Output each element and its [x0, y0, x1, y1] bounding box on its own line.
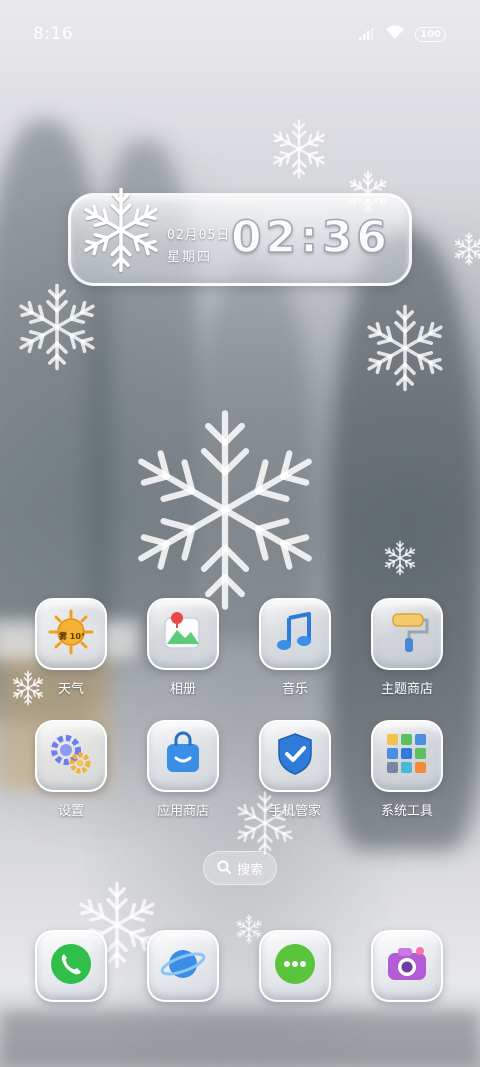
search-button[interactable]: 搜索 [203, 851, 277, 885]
app-tile[interactable] [35, 930, 107, 1002]
app-tile[interactable] [371, 598, 443, 670]
phone-icon [47, 940, 95, 992]
app-tile[interactable] [371, 720, 443, 792]
app-system-tools[interactable]: 系统工具 [357, 720, 457, 819]
app-tile[interactable] [147, 720, 219, 792]
app-label: 应用商店 [156, 804, 209, 819]
system-icons: 100 [359, 24, 446, 44]
message-icon [271, 940, 319, 992]
app-gallery[interactable]: 相册 [133, 598, 233, 697]
app-label: 设置 [57, 804, 84, 819]
app-tile[interactable] [147, 598, 219, 670]
gallery-icon [159, 608, 207, 660]
dock-browser[interactable] [147, 930, 219, 1002]
app-music[interactable]: 音乐 [245, 598, 345, 697]
app-tile[interactable] [147, 930, 219, 1002]
snowflake-decoration [452, 232, 480, 266]
app-label: 相册 [169, 682, 196, 697]
wifi-icon [385, 24, 405, 44]
app-label: 手机管家 [268, 804, 321, 819]
app-theme-store[interactable]: 主题商店 [357, 598, 457, 697]
snowflake-decoration [268, 118, 330, 180]
status-time: 8:16 [33, 24, 74, 44]
weather-badge: 雾 10° [59, 632, 85, 641]
app-tile[interactable] [259, 930, 331, 1002]
app-phone-manager[interactable]: 手机管家 [245, 720, 345, 819]
app-label: 主题商店 [380, 682, 433, 697]
shopping-bag-icon [159, 730, 207, 782]
planet-icon [159, 940, 207, 992]
search-icon [217, 859, 231, 878]
app-weather[interactable]: 雾 10° 天气 [21, 598, 121, 697]
app-settings[interactable]: 设置 [21, 720, 121, 819]
app-tile[interactable] [259, 720, 331, 792]
app-tile[interactable]: 雾 10° [35, 598, 107, 670]
folder-icon [383, 730, 431, 782]
snowflake-icon [77, 186, 165, 274]
search-label: 搜索 [236, 862, 263, 878]
music-icon [271, 608, 319, 660]
clock-widget[interactable]: 02月05日 星期四 02:36 [68, 187, 412, 286]
gear-icon [47, 730, 95, 782]
camera-icon [383, 940, 431, 992]
app-tile[interactable] [259, 598, 331, 670]
paint-roller-icon [383, 608, 431, 660]
status-bar: 8:16 100 [0, 0, 480, 68]
dock-phone[interactable] [35, 930, 107, 1002]
shield-check-icon [271, 730, 319, 782]
widget-time: 02:36 [230, 211, 391, 264]
app-app-store[interactable]: 应用商店 [133, 720, 233, 819]
dock-camera[interactable] [371, 930, 443, 1002]
app-tile[interactable] [35, 720, 107, 792]
app-label: 音乐 [281, 682, 308, 697]
dock-messages[interactable] [259, 930, 331, 1002]
app-tile[interactable] [371, 930, 443, 1002]
signal-icon [359, 25, 375, 44]
app-label: 系统工具 [380, 804, 433, 819]
widget-weekday: 星期四 [167, 250, 213, 265]
widget-date: 02月05日 [167, 228, 231, 243]
app-label: 天气 [57, 682, 84, 697]
battery-icon: 100 [415, 26, 446, 42]
